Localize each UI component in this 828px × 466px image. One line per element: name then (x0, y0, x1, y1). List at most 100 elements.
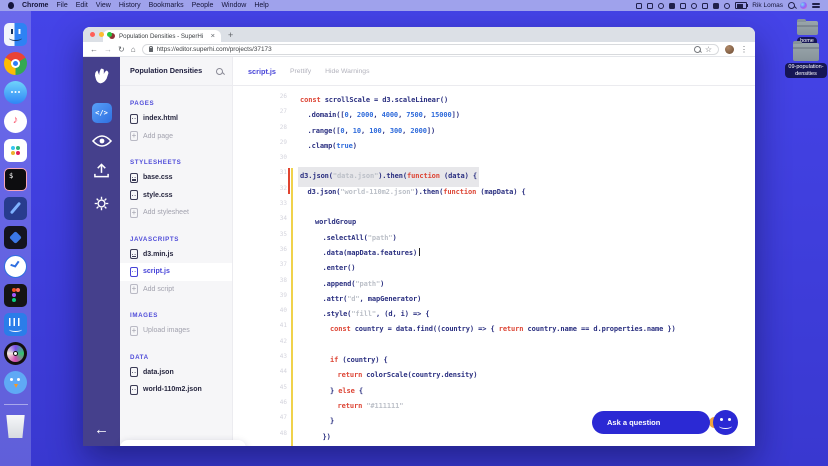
back-arrow-button[interactable]: ← (83, 421, 120, 438)
dock-intercom[interactable] (4, 313, 27, 336)
upload-icon[interactable] (93, 163, 110, 184)
menu-view[interactable]: View (96, 2, 111, 9)
code-editor-tool-icon[interactable]: </> (92, 103, 112, 123)
code-line[interactable]: 40.style("fill", (d, i) => { (233, 303, 755, 318)
code-line[interactable]: 35.selectAll("path") (233, 227, 755, 242)
dock-trash[interactable] (4, 415, 27, 438)
code-line[interactable]: 34worldGroup (233, 211, 755, 226)
statusbar-search-small-icon[interactable] (680, 3, 686, 9)
code-line[interactable]: 26const scrollScale = d3.scaleLinear() (233, 89, 755, 104)
back-nav-icon[interactable]: ← (90, 42, 98, 57)
sidebar-item-script-js[interactable]: script.js (120, 263, 232, 281)
code-line[interactable]: 44return colorScale(country.density) (233, 364, 755, 379)
home-icon[interactable]: ⌂ (131, 42, 136, 57)
desktop-folder-09-population-densities[interactable]: 09-population-densities (782, 43, 828, 78)
statusbar-volume-icon[interactable] (724, 3, 730, 9)
new-tab-button[interactable]: + (228, 29, 233, 42)
hide-warnings-button[interactable]: Hide Warnings (325, 68, 369, 75)
siri-icon[interactable] (800, 2, 807, 9)
code-editor-area[interactable]: 26const scrollScale = d3.scaleLinear()27… (233, 86, 755, 446)
menu-file[interactable]: File (56, 2, 67, 9)
code-line[interactable]: 46return "#111111" (233, 395, 755, 410)
dock-slack[interactable] (4, 139, 27, 162)
code-line[interactable]: 38.append("path") (233, 273, 755, 288)
code-line[interactable]: 29.clamp(true) (233, 135, 755, 150)
dock-chrome[interactable] (4, 52, 27, 75)
sidebar-item-add-stylesheet[interactable]: +Add stylesheet (120, 204, 232, 222)
statusbar-plus-icon[interactable] (702, 3, 708, 9)
dock-dev-app[interactable] (4, 226, 27, 249)
statusbar-display-icon[interactable] (691, 3, 697, 9)
code-line[interactable]: 32d3.json("world-110m2.json").then(funct… (233, 181, 755, 196)
code-line[interactable]: 43if (country) { (233, 349, 755, 364)
code-line[interactable]: 45} else { (233, 380, 755, 395)
menu-window[interactable]: Window (221, 2, 246, 9)
statusbar-shield-icon[interactable] (658, 3, 664, 9)
dock-messages[interactable] (4, 81, 27, 104)
code-line[interactable]: 36.data(mapData.features) (233, 242, 755, 257)
address-bar[interactable]: https://editor.superhi.com/projects/3717… (142, 44, 719, 55)
dock-figma[interactable] (4, 284, 27, 307)
window-zoom-button[interactable] (107, 32, 112, 37)
dock-clock-app[interactable] (4, 255, 27, 278)
sidebar-item-d3-min-js[interactable]: d3.min.js (120, 246, 232, 264)
menu-bookmarks[interactable]: Bookmarks (149, 2, 184, 9)
prettify-button[interactable]: Prettify (290, 68, 311, 75)
browser-menu-icon[interactable]: ⋮ (740, 42, 748, 57)
forward-nav-icon[interactable]: → (104, 42, 112, 57)
bottom-popover[interactable] (120, 440, 246, 446)
ask-question-button[interactable]: Ask a question (592, 411, 710, 434)
menu-chrome[interactable]: Chrome (22, 2, 48, 9)
spotlight-search-icon[interactable] (788, 2, 795, 9)
search-icon[interactable] (216, 68, 223, 75)
code-line[interactable]: 37.enter() (233, 257, 755, 272)
preview-eye-icon[interactable] (92, 134, 112, 152)
bookmark-star-icon[interactable]: ☆ (705, 44, 712, 55)
battery-icon[interactable] (735, 2, 747, 9)
code-line[interactable]: 31d3.json("data.json").then(function (da… (233, 165, 755, 180)
code-line[interactable]: 30 (233, 150, 755, 165)
window-minimize-button[interactable] (99, 32, 104, 37)
browser-tab[interactable]: Population Densities - SuperHi × (103, 30, 221, 42)
code-line[interactable]: 27.domain([0, 2000, 4000, 7500, 15000]) (233, 104, 755, 119)
menu-history[interactable]: History (119, 2, 141, 9)
window-close-button[interactable] (90, 32, 95, 37)
zoom-indicator-icon[interactable] (694, 46, 701, 53)
smiley-chat-icon[interactable] (713, 410, 738, 435)
sidebar-item-upload-images[interactable]: +Upload images (120, 322, 232, 340)
menu-people[interactable]: People (192, 2, 214, 9)
dock-music[interactable] (4, 110, 27, 133)
intercom-icon (4, 313, 27, 336)
sidebar-item-world-110m2-json[interactable]: world-110m2.json (120, 381, 232, 399)
sidebar-item-style-css[interactable]: style.css (120, 187, 232, 205)
apple-menu-icon[interactable] (8, 2, 14, 9)
statusbar-wifi-icon[interactable] (713, 3, 719, 9)
control-center-icon[interactable] (812, 3, 820, 5)
dock-finder[interactable] (4, 23, 27, 46)
statusbar-timer-icon[interactable] (669, 3, 675, 9)
menu-help[interactable]: Help (254, 2, 268, 9)
code-line[interactable]: 28.range([0, 10, 100, 300, 2000]) (233, 120, 755, 135)
sidebar-item-add-script[interactable]: +Add script (120, 281, 232, 299)
profile-avatar[interactable] (725, 45, 734, 54)
dock-record-player[interactable] (4, 342, 27, 365)
sidebar-item-data-json[interactable]: data.json (120, 364, 232, 382)
settings-gear-icon[interactable] (93, 195, 110, 217)
menu-edit[interactable]: Edit (76, 2, 88, 9)
menubar-username[interactable]: Rik Lomas (752, 2, 783, 9)
code-line[interactable]: 39.attr("d", mapGenerator) (233, 288, 755, 303)
sidebar-item-add-page[interactable]: +Add page (120, 128, 232, 146)
code-line[interactable]: 42 (233, 334, 755, 349)
dock-twitter-bird[interactable] (4, 371, 27, 394)
sidebar-item-base-css[interactable]: base.css (120, 169, 232, 187)
statusbar-screen-mirroring-icon[interactable] (647, 3, 653, 9)
dock-terminal[interactable] (4, 168, 27, 191)
sidebar-item-index-html[interactable]: index.html (120, 110, 232, 128)
reload-icon[interactable]: ↻ (118, 42, 125, 57)
statusbar-camera-icon[interactable] (636, 3, 642, 9)
code-line[interactable]: 41const country = data.find((country) =>… (233, 318, 755, 333)
code-line[interactable]: 33 (233, 196, 755, 211)
dock-xcode[interactable] (4, 197, 27, 220)
tab-close-icon[interactable]: × (211, 30, 215, 42)
open-file-tab[interactable]: script.js (248, 67, 276, 76)
